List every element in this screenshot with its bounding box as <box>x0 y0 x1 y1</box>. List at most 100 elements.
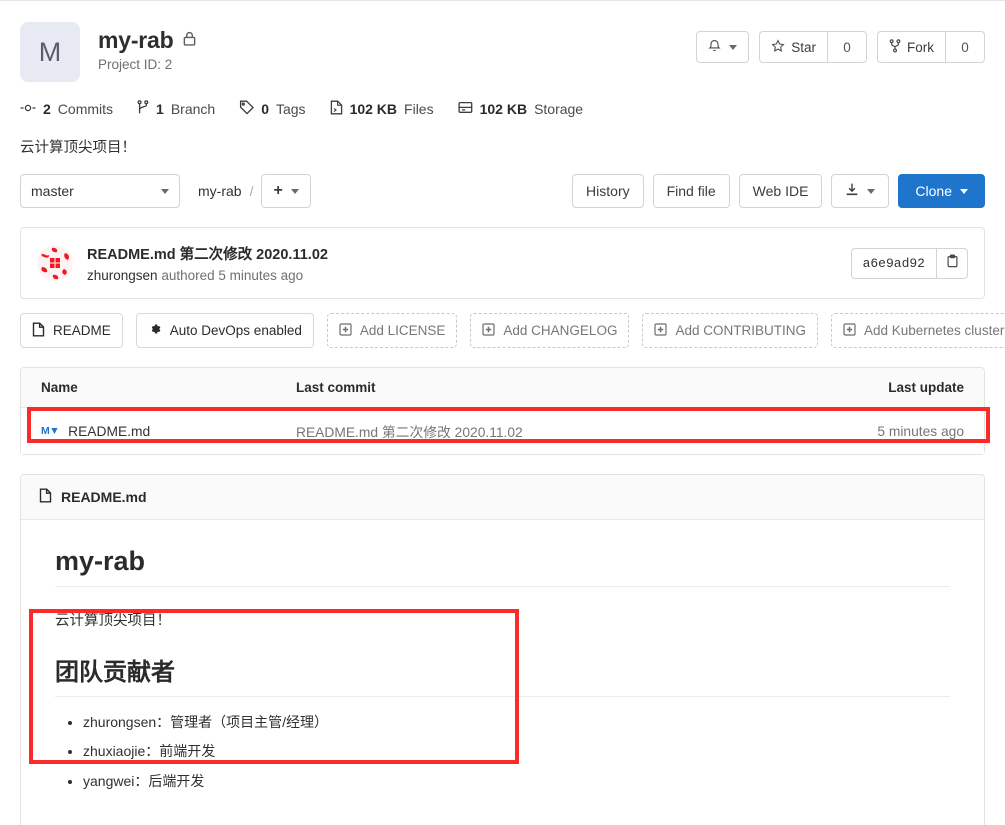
breadcrumb-separator: / <box>249 183 254 199</box>
gear-icon <box>148 322 162 339</box>
column-header-last-update: Last update <box>888 380 964 395</box>
plus-icon: + <box>273 182 283 199</box>
stat-storage-value: 102 KB <box>479 101 528 117</box>
fork-group[interactable]: Fork 0 <box>877 31 985 63</box>
file-icon <box>330 100 343 118</box>
download-button[interactable] <box>831 174 890 208</box>
plus-square-icon <box>654 322 668 339</box>
table-row[interactable]: M▼ README.md README.md 第二次修改 2020.11.02 … <box>21 408 984 454</box>
add-license-label: Add LICENSE <box>359 323 446 338</box>
project-title-row: my-rab <box>98 27 696 54</box>
plus-square-icon <box>843 322 856 339</box>
file-name-cell[interactable]: M▼ README.md <box>41 424 296 439</box>
last-commit-panel: README.md 第二次修改 2020.11.02 zhurongsen au… <box>20 227 985 299</box>
commit-message[interactable]: README.md 第二次修改 2020.11.02 <box>87 243 851 264</box>
branch-icon <box>137 100 149 118</box>
stat-tags[interactable]: 0 Tags <box>239 100 306 118</box>
stat-files: 102 KB Files <box>330 100 434 118</box>
stat-branches[interactable]: 1 Branch <box>137 100 215 118</box>
markdown-icon: M▼ <box>41 425 60 437</box>
readme-heading-2: 团队贡献者 <box>55 652 950 697</box>
download-icon <box>845 182 859 200</box>
commit-authored-time: authored 5 minutes ago <box>161 268 304 283</box>
stat-commits-label: Commits <box>57 101 114 117</box>
add-contributing-button[interactable]: Add CONTRIBUTING <box>642 313 818 348</box>
branch-toolbar: master my-rab / + History Find file Web … <box>0 157 1005 208</box>
file-name[interactable]: README.md <box>68 424 150 439</box>
repo-actions: History Find file Web IDE Clone <box>572 174 985 208</box>
readme-button-label: README <box>53 323 111 338</box>
readme-panel-header: README.md <box>21 475 984 520</box>
quick-actions-row: README Auto DevOps enabled Add LICENSE A… <box>0 299 1005 348</box>
clone-label: Clone <box>915 183 952 199</box>
fork-label: Fork <box>907 39 934 55</box>
breadcrumb-repo[interactable]: my-rab <box>198 183 242 199</box>
file-last-commit[interactable]: README.md 第二次修改 2020.11.02 <box>296 421 814 441</box>
stat-branches-label: Branch <box>170 101 216 117</box>
star-group[interactable]: Star 0 <box>759 31 867 63</box>
commit-icon <box>20 101 36 118</box>
column-header-name: Name <box>41 380 78 395</box>
list-item: yangwei：后端开发 <box>83 771 950 791</box>
plus-square-icon <box>482 322 495 339</box>
stat-files-value: 102 KB <box>349 101 398 117</box>
branch-select[interactable]: master <box>20 174 180 208</box>
add-to-tree-button[interactable]: + <box>261 174 311 208</box>
fork-icon <box>889 38 901 56</box>
add-kubernetes-label: Add Kubernetes cluster <box>863 323 1005 338</box>
chevron-down-icon <box>290 188 299 194</box>
history-button[interactable]: History <box>572 174 644 208</box>
avatar-letter: M <box>38 36 62 67</box>
chevron-down-icon <box>867 188 876 194</box>
stat-commits[interactable]: 2 Commits <box>20 101 113 118</box>
branch-select-value: master <box>31 183 74 199</box>
clone-button[interactable]: Clone <box>898 174 985 208</box>
header-actions: Star 0 Fork 0 <box>696 22 985 63</box>
list-item: zhuxiaojie：前端开发 <box>83 741 950 761</box>
project-description: 云计算顶尖项目！ <box>20 140 136 156</box>
stat-storage-label: Storage <box>534 101 584 117</box>
star-label: Star <box>791 39 816 55</box>
add-changelog-label: Add CHANGELOG <box>503 323 618 338</box>
add-kubernetes-cluster-button[interactable]: Add Kubernetes cluster <box>830 313 1005 348</box>
project-meta: my-rab Project ID: 2 <box>98 22 696 72</box>
project-stats: 2 Commits 1 Branch 0 Tags 102 KB Files 1… <box>0 82 1005 118</box>
find-file-button[interactable]: Find file <box>652 174 730 208</box>
clipboard-icon <box>946 254 959 273</box>
readme-panel-title[interactable]: README.md <box>61 489 147 505</box>
readme-button[interactable]: README <box>20 313 123 348</box>
fork-button[interactable]: Fork <box>877 31 945 63</box>
column-header-last-commit: Last commit <box>296 380 376 395</box>
file-last-update: 5 minutes ago <box>877 423 964 439</box>
document-icon <box>39 488 52 506</box>
auto-devops-button[interactable]: Auto DevOps enabled <box>135 313 314 348</box>
chevron-down-icon <box>161 188 169 194</box>
storage-icon <box>458 101 473 117</box>
stat-tags-value: 0 <box>261 101 269 117</box>
readme-heading-1: my-rab <box>55 546 950 587</box>
commit-sha[interactable]: a6e9ad92 <box>850 247 936 279</box>
commit-subtitle: zhurongsen authored 5 minutes ago <box>87 268 851 283</box>
add-contributing-label: Add CONTRIBUTING <box>675 323 806 338</box>
fork-count[interactable]: 0 <box>945 31 985 63</box>
commit-sha-group[interactable]: a6e9ad92 <box>850 247 968 279</box>
star-button[interactable]: Star <box>759 31 827 63</box>
commit-author[interactable]: zhurongsen <box>87 268 158 283</box>
notification-group[interactable] <box>696 31 750 63</box>
add-license-button[interactable]: Add LICENSE <box>326 313 458 348</box>
copy-sha-button[interactable] <box>936 247 968 279</box>
auto-devops-label: Auto DevOps enabled <box>169 323 302 338</box>
gitlab-project-page: M my-rab Project ID: 2 Star 0 Fork 0 2 C… <box>0 0 1005 825</box>
add-changelog-button[interactable]: Add CHANGELOG <box>470 313 630 348</box>
stat-commits-value: 2 <box>43 101 51 117</box>
star-count[interactable]: 0 <box>827 31 867 63</box>
project-id-label: Project ID: 2 <box>98 57 173 72</box>
stat-storage: 102 KB Storage <box>458 101 584 117</box>
chevron-down-icon <box>729 44 738 50</box>
files-table-header: Name Last commit Last update <box>21 368 984 408</box>
stat-branches-value: 1 <box>156 101 164 117</box>
commit-text: README.md 第二次修改 2020.11.02 zhurongsen au… <box>87 243 851 283</box>
web-ide-button[interactable]: Web IDE <box>738 174 823 208</box>
readme-content: my-rab 云计算顶尖项目！ 团队贡献者 zhurongsen：管理者（项目主… <box>21 520 984 825</box>
notification-button[interactable] <box>696 31 750 63</box>
